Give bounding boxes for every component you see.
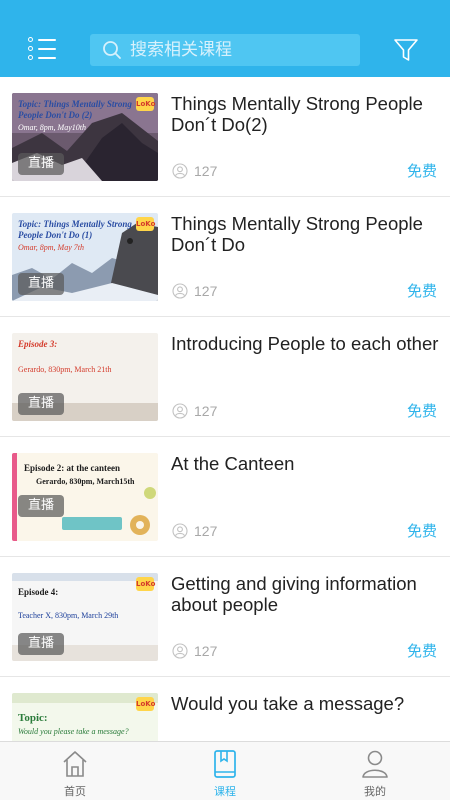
price-label: 免费 [406,522,437,540]
profile-icon [362,750,388,778]
course-item[interactable]: Episode 3: Gerardo, 830pm, March 21th 直播… [0,317,450,437]
menu-dot-icon [28,37,33,42]
thumbnail-topic: Episode 2: at the canteen [24,463,120,473]
brand-logo: LoKo [136,577,155,591]
thumbnail-subtitle: Would you please take a message? [18,727,129,736]
course-item[interactable]: Topic: Would you please take a message? … [0,677,450,741]
live-badge: 直播 [18,393,65,415]
top-bar [0,0,450,77]
user-count-icon [172,163,188,179]
user-count-icon [172,523,188,539]
tab-label: 我的 [364,785,386,798]
live-badge: 直播 [18,153,65,175]
course-title[interactable]: Introducing People to each other [171,333,439,354]
course-thumbnail: Topic: Things Mentally Strong People Don… [12,93,158,181]
thumbnail-topic: Topic: Things Mentally Strong People Don… [18,219,132,240]
course-title[interactable]: Things Mentally Strong People Don´t Do [171,213,439,255]
tab-courses[interactable]: 课程 [150,742,300,800]
course-title[interactable]: Would you take a message? [171,693,439,714]
thumbnail-topic: Episode 4: [18,587,59,597]
tab-label: 首页 [64,785,86,798]
course-meta: 127 [172,523,217,539]
book-icon [214,750,236,778]
price-label: 免费 [406,162,437,180]
menu-dot-icon [28,55,33,60]
brand-logo: LoKo [136,97,155,111]
live-badge: 直播 [18,495,65,517]
search-icon [103,41,121,59]
course-title[interactable]: Getting and giving information about peo… [171,573,439,615]
thumbnail-topic: Topic: Things Mentally Strong People Don… [18,99,132,120]
bottom-tab-bar: 首页 课程 我的 [0,741,450,800]
course-item[interactable]: Episode 2: at the canteen Gerardo, 830pm… [0,437,450,557]
thumbnail-subtitle: Omar, 8pm, May 7th [18,243,84,252]
brand-logo: LoKo [136,217,155,231]
course-meta: 127 [172,403,217,419]
home-icon [63,751,87,777]
course-meta: 127 [172,163,217,179]
enrolled-count: 127 [194,403,218,419]
user-count-icon [172,643,188,659]
thumbnail-subtitle: Omar, 8pm, May10th [18,123,86,132]
price-label: 免费 [406,642,437,660]
course-thumbnail: Episode 4: Teacher X, 830pm, March 29th … [12,573,158,661]
course-thumbnail: Episode 3: Gerardo, 830pm, March 21th 直播 [12,333,158,421]
thumbnail-subtitle: Gerardo, 830pm, March15th [36,477,135,486]
price-label: 免费 [406,402,437,420]
tab-home[interactable]: 首页 [0,742,150,800]
course-meta: 127 [172,643,217,659]
course-thumbnail: Episode 2: at the canteen Gerardo, 830pm… [12,453,158,541]
course-title[interactable]: At the Canteen [171,453,439,474]
course-item[interactable]: Topic: Things Mentally Strong People Don… [0,77,450,197]
course-thumbnail: Topic: Things Mentally Strong People Don… [12,213,158,301]
user-count-icon [172,283,188,299]
enrolled-count: 127 [194,523,218,539]
menu-line-icon [38,57,56,59]
course-title[interactable]: Things Mentally Strong People Don´t Do(2… [171,93,439,135]
search-box[interactable] [90,34,360,66]
filter-icon[interactable] [393,37,419,63]
tab-profile[interactable]: 我的 [300,742,450,800]
menu-line-icon [38,39,56,41]
thumbnail-topic: Topic: [18,712,48,724]
course-thumbnail: Topic: Would you please take a message? … [12,693,158,741]
live-badge: 直播 [18,633,65,655]
menu-button[interactable] [28,36,58,62]
thumbnail-subtitle: Teacher X, 830pm, March 29th [18,611,119,620]
course-item[interactable]: Topic: Things Mentally Strong People Don… [0,197,450,317]
menu-line-icon [38,48,56,50]
thumbnail-topic: Episode 3: [18,339,58,349]
user-count-icon [172,403,188,419]
tab-label: 课程 [214,785,236,798]
price-label: 免费 [406,282,437,300]
course-meta: 127 [172,283,217,299]
course-list: Topic: Things Mentally Strong People Don… [0,77,450,741]
search-input[interactable] [130,40,350,60]
enrolled-count: 127 [194,283,218,299]
menu-dot-icon [28,46,33,51]
thumbnail-subtitle: Gerardo, 830pm, March 21th [18,365,112,374]
enrolled-count: 127 [194,163,218,179]
live-badge: 直播 [18,273,65,295]
enrolled-count: 127 [194,643,218,659]
brand-logo: LoKo [136,697,155,711]
course-item[interactable]: Episode 4: Teacher X, 830pm, March 29th … [0,557,450,677]
